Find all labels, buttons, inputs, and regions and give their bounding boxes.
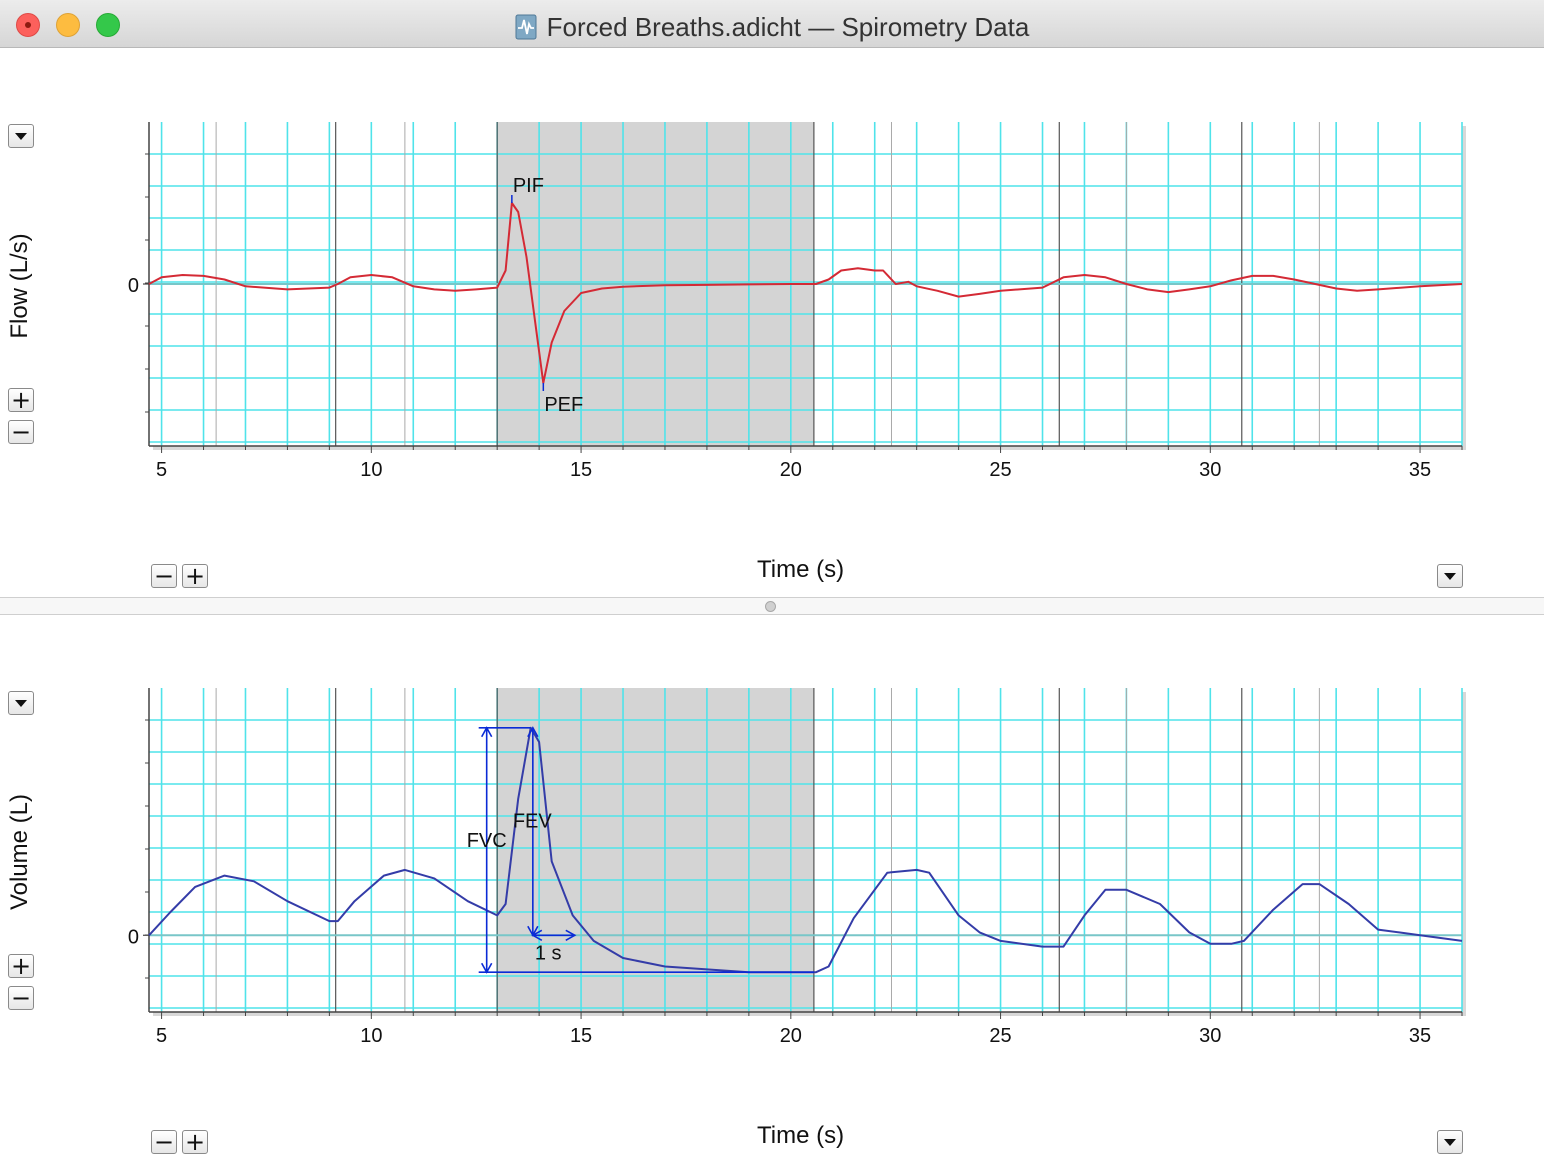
fev-label: FEV (513, 810, 553, 832)
fvc-label: FVC (467, 830, 507, 852)
flow-x-tick-label-30: 30 (1199, 459, 1221, 481)
flow-y-tick-label-0: 0 (128, 275, 139, 297)
flow-x-tick-label-35: 35 (1409, 459, 1431, 481)
flow-chart[interactable]: 0 5 10 15 20 25 30 35 PIF PEF (0, 110, 1544, 510)
panel-splitter[interactable] (0, 597, 1544, 615)
flow-x-tick-label-15: 15 (570, 459, 592, 481)
volume-x-tick-label-30: 30 (1199, 1025, 1221, 1047)
volume-x-tick-label-25: 25 (989, 1025, 1011, 1047)
volume-x-tick-label-10: 10 (360, 1025, 382, 1047)
window-title-group: Forced Breaths.adicht — Spirometry Data (0, 12, 1544, 43)
volume-x-tick-label-35: 35 (1409, 1025, 1431, 1047)
flow-x-tick-label-20: 20 (780, 459, 802, 481)
volume-y-tick-label-0: 0 (128, 926, 139, 948)
pef-label: PEF (544, 394, 583, 416)
flow-time-menu-button[interactable] (1437, 564, 1463, 588)
volume-x-tick-label-15: 15 (570, 1025, 592, 1047)
window-title: Forced Breaths.adicht — Spirometry Data (546, 12, 1030, 42)
volume-x-zoom-out-button[interactable]: − (151, 1130, 177, 1154)
flow-x-tick-label-5: 5 (156, 459, 167, 481)
window-titlebar: Forced Breaths.adicht — Spirometry Data (0, 0, 1544, 48)
one-second-label: 1 s (535, 942, 562, 964)
flow-x-tick-label-10: 10 (360, 459, 382, 481)
pif-label: PIF (513, 175, 544, 197)
splitter-handle[interactable] (765, 601, 776, 612)
volume-time-menu-button[interactable] (1437, 1130, 1463, 1154)
volume-x-tick-label-5: 5 (156, 1025, 167, 1047)
volume-chart[interactable]: 0 5 10 15 20 25 30 35 FVC FEV 1 s (0, 676, 1544, 1076)
volume-x-zoom-in-button[interactable]: + (182, 1130, 208, 1154)
volume-xlabel: Time (s) (757, 1122, 845, 1149)
flow-xlabel: Time (s) (757, 556, 845, 583)
flow-x-tick-label-25: 25 (989, 459, 1011, 481)
flow-x-zoom-out-button[interactable]: − (151, 564, 177, 588)
volume-x-tick-label-20: 20 (780, 1025, 802, 1047)
waveform-document-icon (515, 14, 537, 40)
flow-x-zoom-in-button[interactable]: + (182, 564, 208, 588)
